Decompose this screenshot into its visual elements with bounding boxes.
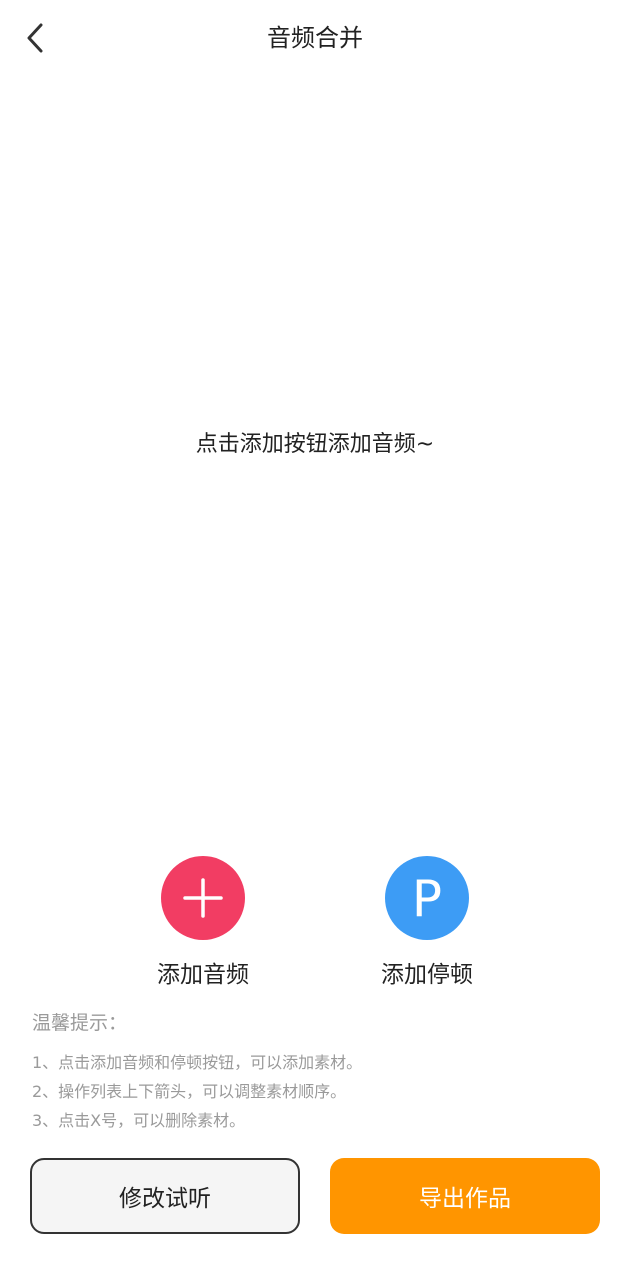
add-pause-circle[interactable]: P: [385, 856, 469, 940]
add-audio-circle[interactable]: [161, 856, 245, 940]
add-audio-button[interactable]: 添加音频: [128, 856, 278, 992]
plus-icon: [183, 878, 223, 918]
tips-section: 温馨提示： 1、点击添加音频和停顿按钮，可以添加素材。 2、操作列表上下箭头，可…: [32, 1008, 602, 1135]
add-pause-label: 添加停顿: [381, 962, 473, 988]
page-title: 音频合并: [267, 24, 363, 52]
add-pause-button[interactable]: P 添加停顿: [352, 856, 502, 992]
preview-button[interactable]: 修改试听: [30, 1158, 300, 1234]
tip-item: 1、点击添加音频和停顿按钮，可以添加素材。: [32, 1053, 363, 1072]
add-audio-label: 添加音频: [157, 962, 249, 988]
pause-p-icon: P: [411, 870, 443, 928]
tips-title: 温馨提示：: [32, 1012, 128, 1034]
export-button[interactable]: 导出作品: [330, 1158, 600, 1234]
tip-item: 2、操作列表上下箭头，可以调整素材顺序。: [32, 1082, 347, 1101]
empty-state-hint: 点击添加按钮添加音频~: [195, 432, 435, 457]
header: 音频合并: [0, 0, 630, 76]
tip-item: 3、点击X号，可以删除素材。: [32, 1111, 246, 1130]
